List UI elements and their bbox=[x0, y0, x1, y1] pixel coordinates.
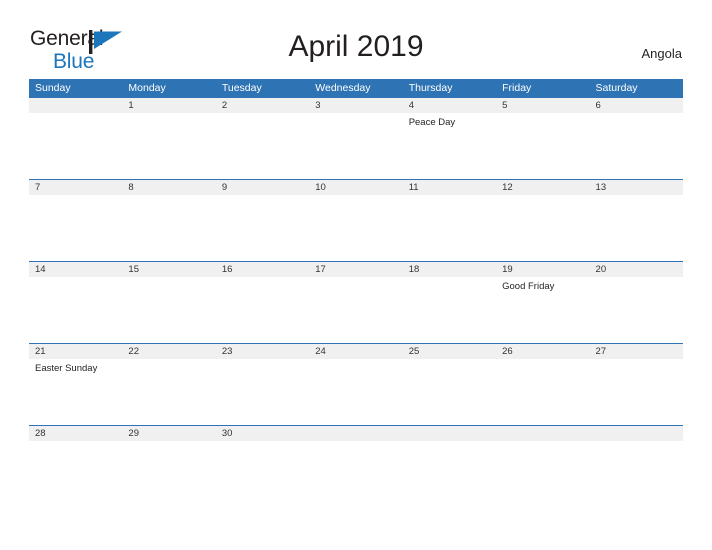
day-number[interactable]: 9 bbox=[216, 180, 309, 195]
week-date-strip: 1 2 3 4 5 6 bbox=[29, 98, 683, 113]
week-date-strip: 21 22 23 24 25 26 27 bbox=[29, 344, 683, 359]
week-row: 21 22 23 24 25 26 27 Easter Sunday bbox=[29, 343, 683, 425]
day-event bbox=[590, 359, 683, 425]
day-number[interactable]: 10 bbox=[309, 180, 402, 195]
day-number[interactable]: 12 bbox=[496, 180, 589, 195]
day-number[interactable]: 13 bbox=[590, 180, 683, 195]
day-number[interactable]: 28 bbox=[29, 426, 122, 441]
day-event bbox=[122, 277, 215, 343]
day-number[interactable]: 7 bbox=[29, 180, 122, 195]
day-number[interactable]: 26 bbox=[496, 344, 589, 359]
day-event bbox=[216, 113, 309, 179]
day-number[interactable]: 27 bbox=[590, 344, 683, 359]
day-number[interactable]: 24 bbox=[309, 344, 402, 359]
day-event bbox=[309, 195, 402, 261]
weekday-header-thursday: Thursday bbox=[408, 82, 453, 94]
day-event bbox=[122, 113, 215, 179]
day-number bbox=[403, 426, 496, 441]
day-number[interactable]: 19 bbox=[496, 262, 589, 277]
day-event bbox=[496, 441, 589, 471]
day-event bbox=[122, 359, 215, 425]
day-event bbox=[309, 359, 402, 425]
day-number[interactable]: 23 bbox=[216, 344, 309, 359]
week-row: 1 2 3 4 5 6 Peace Day bbox=[29, 97, 683, 179]
calendar-grid: Sunday Monday Tuesday Wednesday Thursday… bbox=[29, 79, 683, 471]
day-number[interactable]: 20 bbox=[590, 262, 683, 277]
day-event bbox=[309, 277, 402, 343]
day-event bbox=[590, 113, 683, 179]
day-event bbox=[29, 113, 122, 179]
day-event bbox=[216, 277, 309, 343]
day-event bbox=[403, 195, 496, 261]
week-event-strip bbox=[29, 195, 683, 261]
weekday-header-saturday: Saturday bbox=[595, 82, 638, 94]
day-event bbox=[309, 113, 402, 179]
day-number[interactable]: 18 bbox=[403, 262, 496, 277]
day-number[interactable]: 3 bbox=[309, 98, 402, 113]
week-event-strip bbox=[29, 441, 683, 471]
day-number[interactable]: 17 bbox=[309, 262, 402, 277]
weekday-header-friday: Friday bbox=[502, 82, 532, 94]
weekday-header-sunday: Sunday bbox=[35, 82, 71, 94]
weekday-header-wednesday: Wednesday bbox=[315, 82, 371, 94]
day-number[interactable]: 21 bbox=[29, 344, 122, 359]
page-header: General Blue April 2019 Angola bbox=[0, 0, 712, 78]
day-number[interactable]: 5 bbox=[496, 98, 589, 113]
day-number bbox=[590, 426, 683, 441]
day-event bbox=[496, 195, 589, 261]
week-event-strip: Good Friday bbox=[29, 277, 683, 343]
day-number bbox=[309, 426, 402, 441]
locale-label: Angola bbox=[641, 46, 682, 61]
day-event bbox=[496, 113, 589, 179]
day-number[interactable]: 8 bbox=[122, 180, 215, 195]
day-number[interactable]: 6 bbox=[590, 98, 683, 113]
day-event: Good Friday bbox=[502, 281, 555, 292]
day-number bbox=[496, 426, 589, 441]
day-event: Easter Sunday bbox=[35, 363, 98, 374]
week-row: 7 8 9 10 11 12 13 bbox=[29, 179, 683, 261]
day-event bbox=[403, 359, 496, 425]
day-event: Peace Day bbox=[408, 117, 456, 128]
week-row: 28 29 30 bbox=[29, 425, 683, 471]
weekday-header-monday: Monday bbox=[128, 82, 166, 94]
day-number[interactable]: 22 bbox=[122, 344, 215, 359]
week-event-strip: Peace Day bbox=[29, 113, 683, 179]
day-number[interactable]: 14 bbox=[29, 262, 122, 277]
day-number[interactable]: 16 bbox=[216, 262, 309, 277]
week-row: 14 15 16 17 18 19 20 Good Friday bbox=[29, 261, 683, 343]
day-event bbox=[29, 441, 122, 471]
day-event bbox=[309, 441, 402, 471]
week-date-strip: 28 29 30 bbox=[29, 426, 683, 441]
day-event bbox=[403, 441, 496, 471]
day-number[interactable] bbox=[29, 98, 122, 113]
day-event bbox=[216, 359, 309, 425]
day-number[interactable]: 2 bbox=[216, 98, 309, 113]
day-event bbox=[590, 195, 683, 261]
day-number[interactable]: 25 bbox=[403, 344, 496, 359]
day-number[interactable]: 15 bbox=[122, 262, 215, 277]
weekday-header-row: Sunday Monday Tuesday Wednesday Thursday… bbox=[29, 79, 683, 97]
day-event bbox=[590, 441, 683, 471]
weekday-header-tuesday: Tuesday bbox=[221, 82, 262, 94]
day-event bbox=[29, 195, 122, 261]
day-event bbox=[590, 277, 683, 343]
page-title: April 2019 bbox=[288, 30, 424, 63]
day-number[interactable]: 4 bbox=[403, 98, 496, 113]
week-date-strip: 7 8 9 10 11 12 13 bbox=[29, 180, 683, 195]
day-event bbox=[403, 277, 496, 343]
day-event bbox=[496, 359, 589, 425]
day-number[interactable]: 11 bbox=[403, 180, 496, 195]
day-event bbox=[122, 441, 215, 471]
day-event bbox=[29, 277, 122, 343]
day-number[interactable]: 1 bbox=[122, 98, 215, 113]
week-date-strip: 14 15 16 17 18 19 20 bbox=[29, 262, 683, 277]
day-number[interactable]: 30 bbox=[216, 426, 309, 441]
week-event-strip: Easter Sunday bbox=[29, 359, 683, 425]
day-event bbox=[122, 195, 215, 261]
day-event bbox=[216, 195, 309, 261]
day-number[interactable]: 29 bbox=[122, 426, 215, 441]
day-event bbox=[216, 441, 309, 471]
